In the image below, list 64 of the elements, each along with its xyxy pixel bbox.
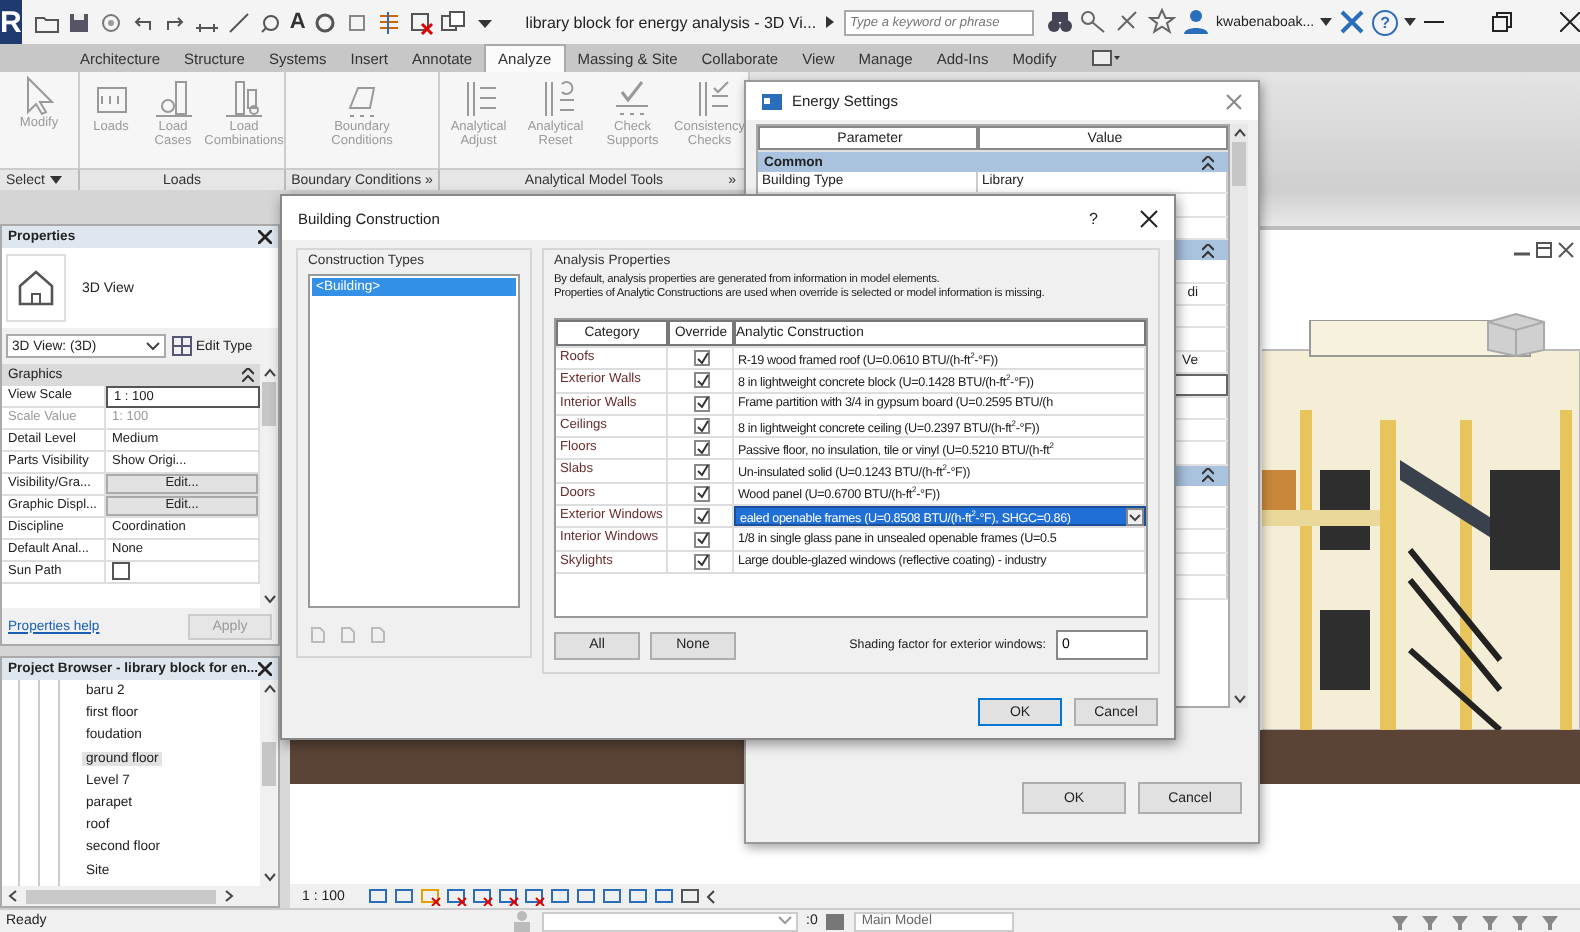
caret-icon[interactable] bbox=[1404, 16, 1417, 28]
scroll-down-icon[interactable] bbox=[1233, 694, 1245, 704]
panel-toggle-icon[interactable] bbox=[1092, 50, 1121, 66]
collapse-icon bbox=[1202, 243, 1214, 258]
cursor-icon bbox=[25, 76, 53, 116]
line-icon[interactable] bbox=[225, 9, 252, 35]
caret-icon[interactable] bbox=[1320, 16, 1333, 28]
checkbox[interactable] bbox=[694, 485, 710, 502]
house-icon bbox=[14, 266, 58, 310]
chevron-left-icon[interactable] bbox=[706, 889, 717, 903]
scrollbar[interactable] bbox=[260, 364, 278, 608]
star-icon[interactable] bbox=[1148, 8, 1177, 36]
scrollbar[interactable] bbox=[1230, 124, 1248, 708]
save-icon[interactable] bbox=[65, 9, 92, 35]
close-icon[interactable] bbox=[258, 662, 273, 676]
checkbox[interactable] bbox=[694, 372, 710, 389]
restore-icon[interactable] bbox=[1492, 12, 1513, 32]
collapse-icon bbox=[1202, 155, 1214, 169]
scrollbar[interactable] bbox=[2, 886, 278, 906]
checkbox[interactable] bbox=[694, 418, 710, 435]
chevron-icon bbox=[778, 916, 792, 926]
collapse-icon bbox=[1202, 468, 1214, 483]
scroll-thumb[interactable] bbox=[1232, 142, 1246, 186]
checkbox[interactable] bbox=[694, 463, 710, 480]
scroll-thumb[interactable] bbox=[262, 382, 276, 426]
close-icon[interactable] bbox=[258, 230, 272, 244]
checkbox[interactable] bbox=[694, 508, 710, 525]
close-icon[interactable] bbox=[1140, 209, 1158, 227]
scroll-down-icon[interactable] bbox=[263, 594, 275, 604]
close-icon[interactable] bbox=[1560, 12, 1580, 32]
scroll-right-icon[interactable] bbox=[224, 890, 234, 902]
checkbox[interactable] bbox=[694, 553, 710, 570]
help-button[interactable]: ? bbox=[1372, 9, 1399, 35]
close-icon[interactable] bbox=[1558, 242, 1574, 258]
chevron-icon bbox=[1126, 507, 1144, 526]
caret-icon[interactable] bbox=[50, 174, 63, 186]
checkbox[interactable] bbox=[112, 562, 130, 580]
close-views-icon[interactable] bbox=[407, 9, 434, 35]
checkbox[interactable] bbox=[694, 440, 710, 457]
binoculars-icon[interactable] bbox=[1046, 8, 1075, 36]
help-button[interactable]: ? bbox=[1089, 209, 1098, 227]
user-icon[interactable] bbox=[1182, 8, 1211, 36]
scroll-down-icon[interactable] bbox=[263, 872, 275, 882]
exchange-icon[interactable] bbox=[1338, 8, 1367, 36]
scroll-left-icon[interactable] bbox=[8, 890, 18, 902]
caret-icon[interactable] bbox=[824, 14, 837, 30]
chevron-icon bbox=[146, 341, 160, 351]
restore-icon[interactable] bbox=[1536, 242, 1552, 258]
scroll-up-icon[interactable] bbox=[1233, 128, 1245, 138]
scroll-up-icon[interactable] bbox=[263, 684, 275, 694]
checkbox[interactable] bbox=[694, 395, 710, 412]
collapse-icon bbox=[242, 368, 254, 382]
window-title: library block for energy analysis - 3D Vi... bbox=[525, 13, 817, 31]
checkbox[interactable] bbox=[694, 531, 710, 548]
application-menu-button[interactable]: R bbox=[0, 0, 22, 44]
switch-windows-icon[interactable] bbox=[439, 9, 466, 35]
text-tool-button[interactable]: A bbox=[289, 10, 306, 34]
scroll-thumb[interactable] bbox=[26, 889, 216, 903]
window-icon bbox=[762, 93, 782, 109]
scroll-up-icon[interactable] bbox=[263, 368, 275, 378]
checkbox[interactable] bbox=[694, 350, 710, 367]
scroll-thumb[interactable] bbox=[262, 741, 276, 786]
edit-type-icon bbox=[172, 336, 192, 356]
scrollbar[interactable] bbox=[260, 680, 278, 886]
